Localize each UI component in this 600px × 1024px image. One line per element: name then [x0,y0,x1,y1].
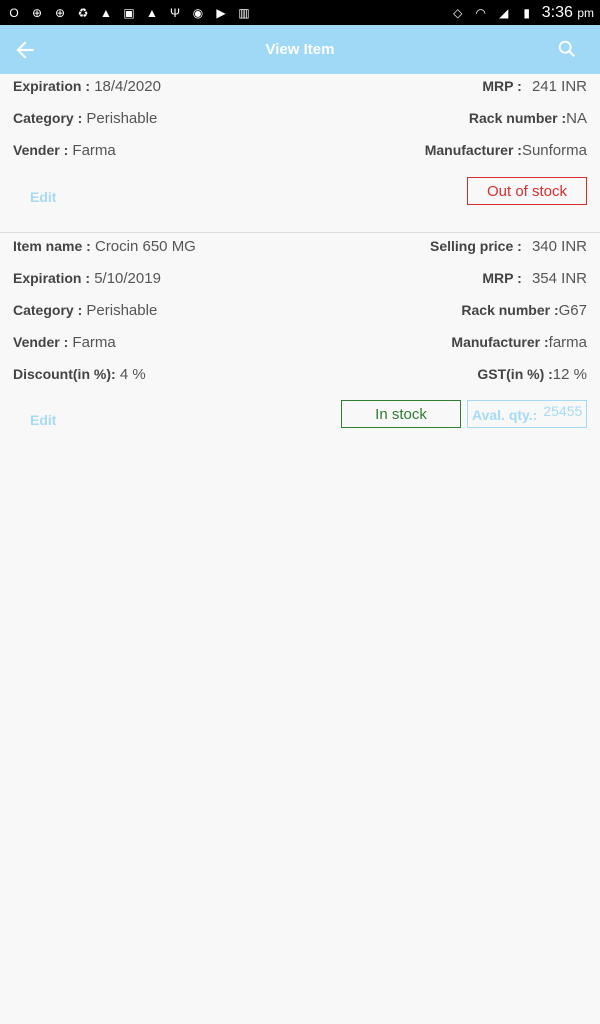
expiration-field: Expiration : 5/10/2019 [13,270,161,287]
recycle-icon: ♻ [77,5,89,20]
gallery-icon: ▣ [123,5,135,20]
barcode-icon: ▥ [238,5,250,20]
back-arrow-icon[interactable] [12,37,38,63]
category-field: Category : Perishable [13,302,158,319]
telegram-icon: ◉ [192,5,204,20]
settings-icon: ⊕ [31,5,43,20]
available-quantity-value: 25455 [543,403,583,419]
item-actions: Edit Out of stock [0,177,600,235]
item-row-discount: Discount(in %): 4 % GST(in %) :12 % [0,364,600,396]
wifi-icon: ◠ [475,5,486,20]
page-title: View Item [265,41,335,58]
settings-icon: ⊕ [54,5,66,20]
edit-button[interactable]: Edit [30,412,56,428]
item-row-vender: Vender : Farma Manufacturer :Sunforma [0,140,600,172]
stock-status-badge: In stock [341,400,461,428]
usb-icon: Ψ [169,5,181,20]
available-quantity-box: Aval. qty.: 25455 [467,400,587,428]
status-bar-notifications: O ⊕ ⊕ ♻ ▲ ▣ ▲ Ψ ◉ ▶ ▥ [6,6,252,20]
play-icon: ▶ [216,5,226,20]
selling-price-field: Selling price : 340 INR [429,238,587,255]
battery-icon: ▮ [523,5,531,20]
edit-button[interactable]: Edit [30,189,56,205]
category-field: Category : Perishable [13,110,158,127]
vender-field: Vender : Farma [13,334,116,351]
app-bar: View Item [0,25,600,74]
expiration-field: Expiration : 18/4/2020 [13,78,161,95]
app-icon: ▲ [146,5,158,20]
status-bar: O ⊕ ⊕ ♻ ▲ ▣ ▲ Ψ ◉ ▶ ▥ ◇ ◠ ◢ ▮ 3:36 pm [0,0,600,25]
signal-icon: ◢ [499,5,509,20]
item-name-field: Item name : Crocin 650 MG [13,238,196,255]
manufacturer-field: Manufacturer :farma [451,334,587,351]
item-actions: Edit In stock Aval. qty.: 25455 [0,400,600,458]
opera-icon: O [9,5,19,20]
item-card: Item name : Crocin 650 MG Selling price … [0,233,600,458]
vender-field: Vender : Farma [13,142,116,159]
item-row-category: Category : Perishable Rack number :G67 [0,300,600,332]
rotate-icon: ◇ [453,5,463,20]
mrp-field: MRP : 354 INR [482,270,587,287]
item-row-expiration: Expiration : 18/4/2020 MRP : 241 INR [0,76,600,108]
stock-status-badge: Out of stock [467,177,587,205]
mrp-field: MRP : 241 INR [482,78,587,95]
app-icon: ▲ [100,5,112,20]
search-icon[interactable] [556,38,578,60]
item-row-category: Category : Perishable Rack number :NA [0,108,600,140]
discount-field: Discount(in %): 4 % [13,366,146,383]
item-row-expiration: Expiration : 5/10/2019 MRP : 354 INR [0,268,600,300]
clock: 3:36 pm [541,3,594,21]
available-quantity-label: Aval. qty.: [472,407,538,423]
item-row-vender: Vender : Farma Manufacturer :farma [0,332,600,364]
rack-field: Rack number :G67 [461,302,587,319]
item-row-name: Item name : Crocin 650 MG Selling price … [0,236,600,268]
status-bar-system: ◇ ◠ ◢ ▮ 3:36 pm [450,4,594,22]
manufacturer-field: Manufacturer :Sunforma [424,142,587,159]
gst-field: GST(in %) :12 % [477,366,587,383]
item-card: Expiration : 18/4/2020 MRP : 241 INR Cat… [0,74,600,235]
rack-field: Rack number :NA [468,110,587,127]
